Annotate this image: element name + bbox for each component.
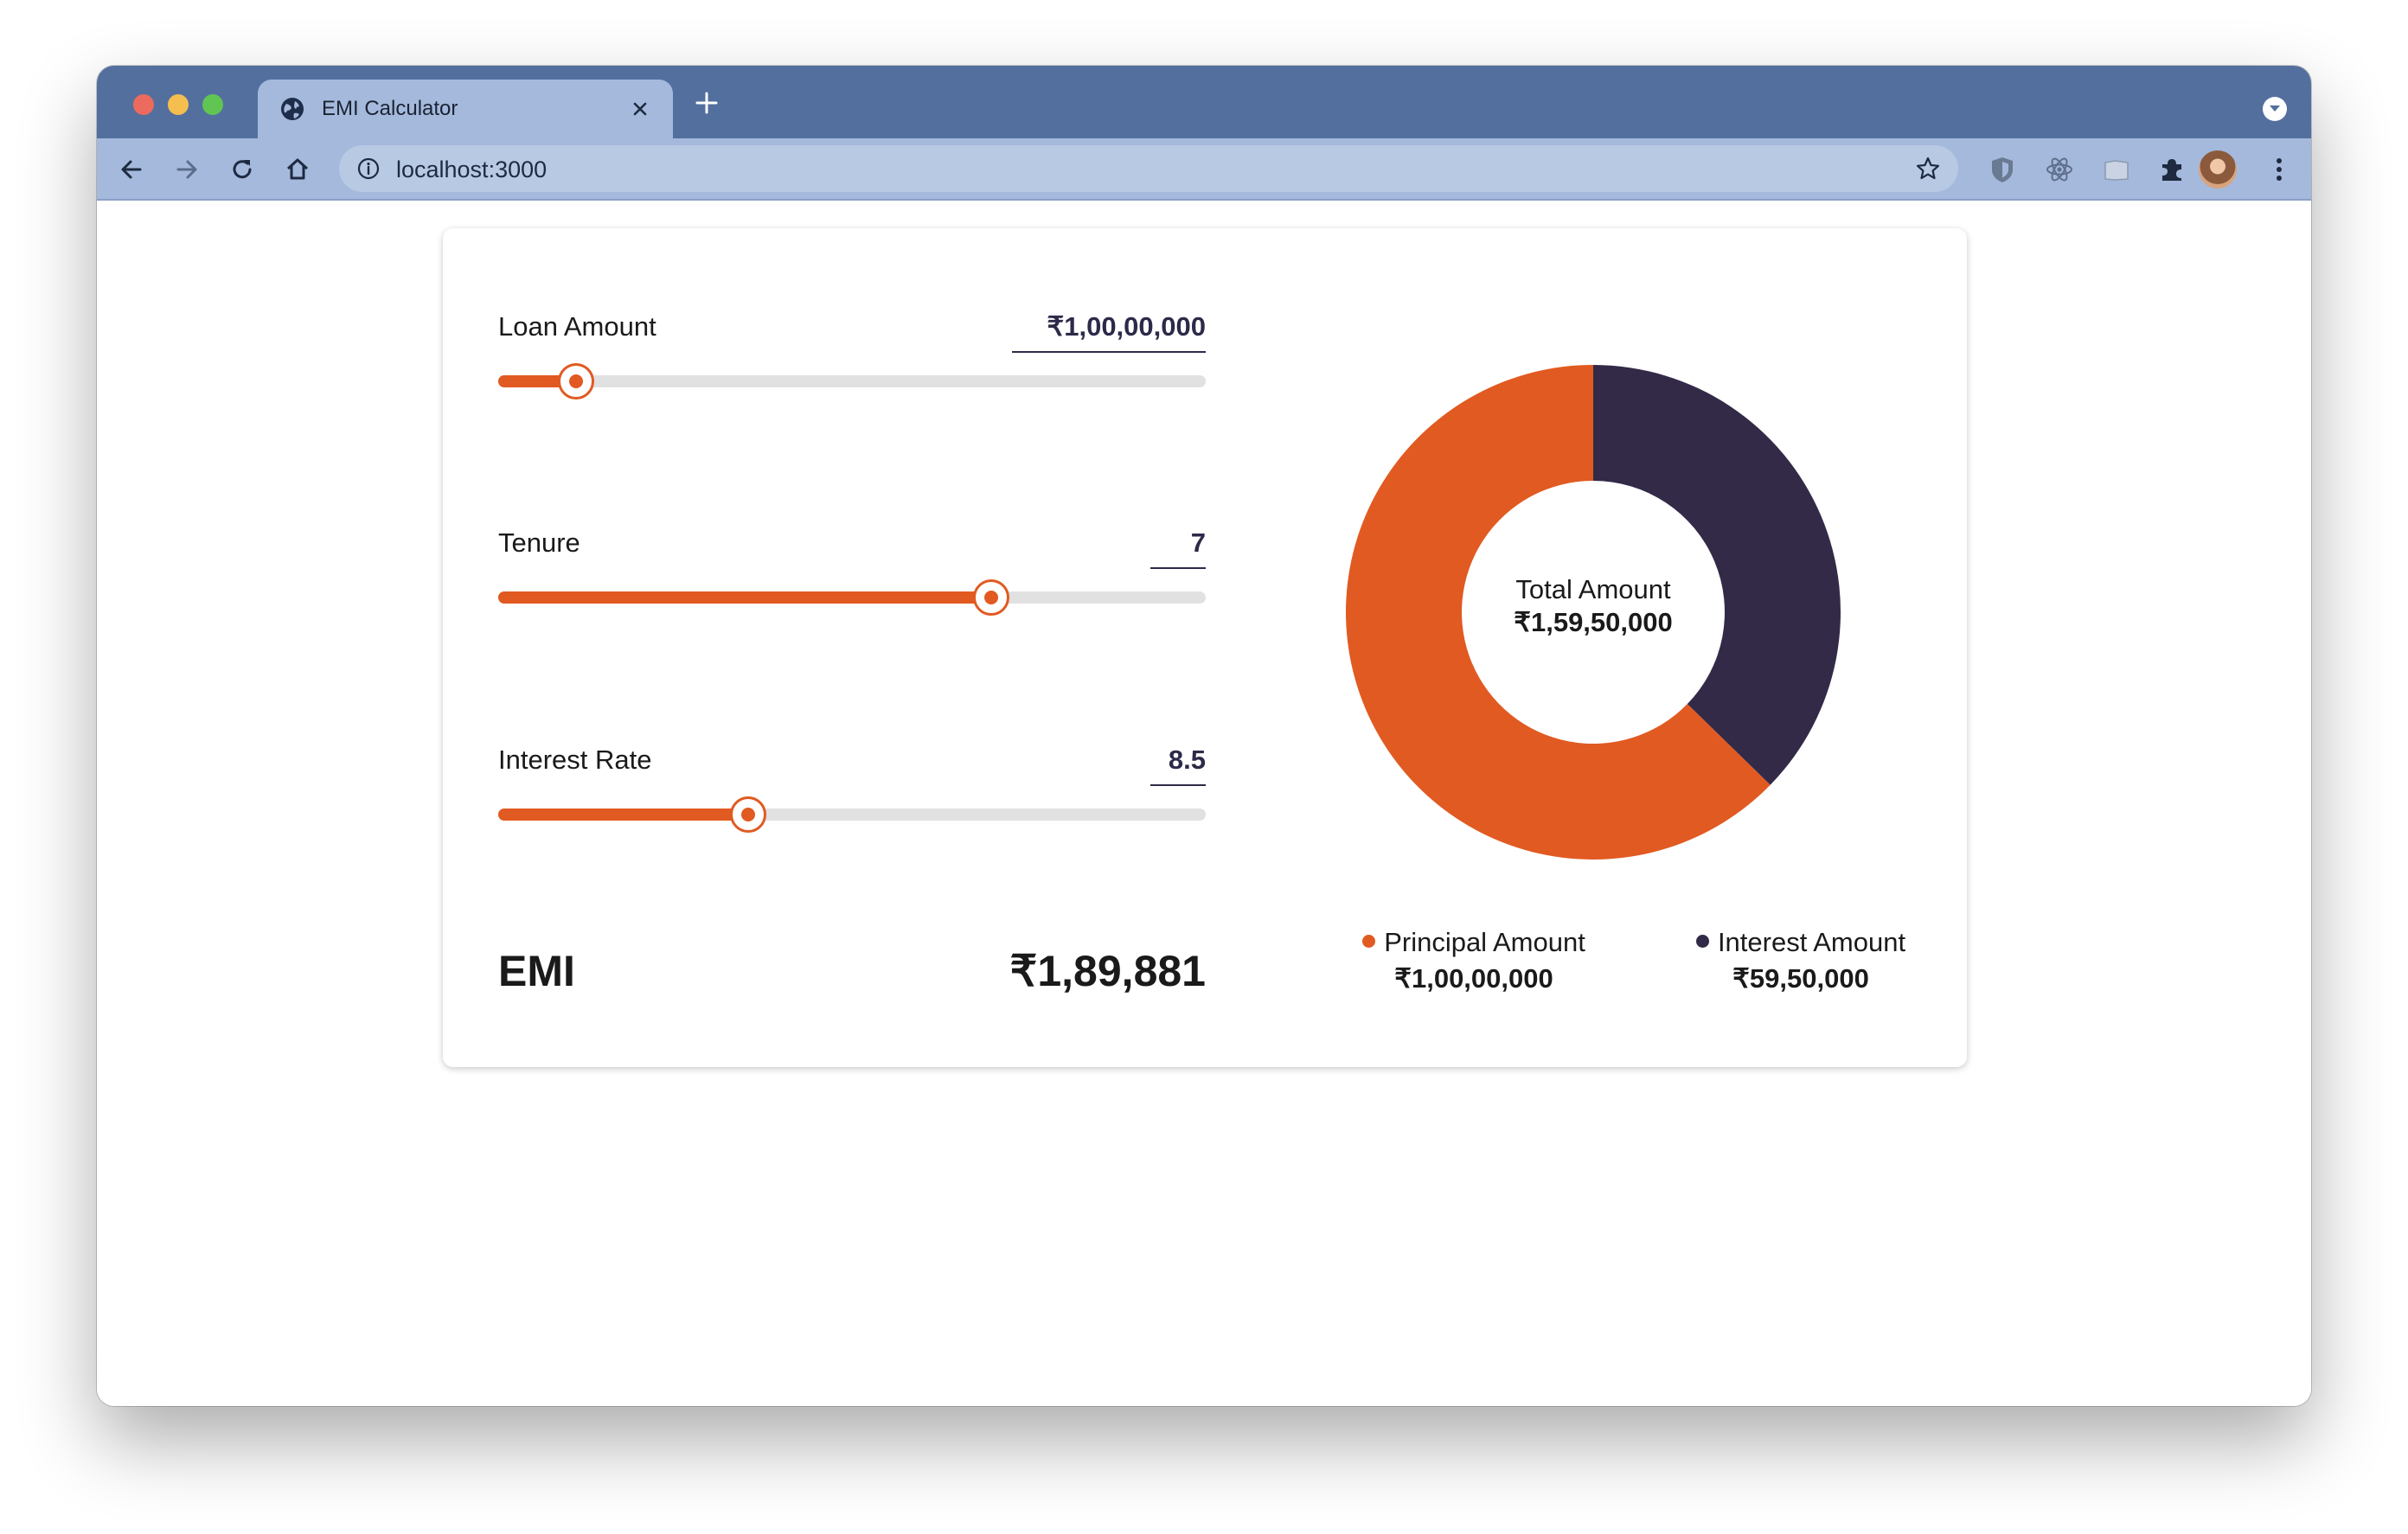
back-arrow-icon[interactable] — [116, 154, 147, 185]
loan-amount-slider-thumb[interactable] — [557, 363, 594, 399]
title-bar: EMI Calculator — [97, 66, 2311, 138]
legend-interest: Interest Amount ₹59,50,000 — [1645, 927, 1956, 994]
legend-principal: Principal Amount ₹1,00,00,000 — [1318, 927, 1630, 994]
browser-tab[interactable]: EMI Calculator — [258, 80, 673, 138]
tenure-input[interactable]: 7 — [1150, 527, 1206, 569]
globe-icon — [281, 98, 304, 120]
tenure-slider-thumb[interactable] — [973, 579, 1010, 616]
principal-legend-dot — [1362, 935, 1376, 948]
interest-legend-value: ₹59,50,000 — [1732, 963, 1869, 994]
chevron-down-icon — [2270, 105, 2280, 112]
principal-legend-value: ₹1,00,00,000 — [1394, 963, 1553, 994]
emi-label: EMI — [498, 947, 575, 995]
emi-calculator-card: Loan Amount ₹1,00,00,000 Tenure 7 Intere… — [443, 228, 1967, 1067]
interest-rate-slider-thumb[interactable] — [729, 796, 766, 833]
bookmark-star-icon[interactable] — [1915, 156, 1941, 182]
home-icon[interactable] — [282, 154, 313, 185]
minimize-window-button[interactable] — [168, 94, 189, 115]
emi-value: ₹1,89,881 — [1009, 947, 1206, 995]
close-tab-icon[interactable] — [626, 95, 654, 123]
donut-center-value: ₹1,59,50,000 — [1514, 607, 1673, 637]
puzzle-extensions-icon[interactable] — [2155, 153, 2188, 186]
loan-amount-input[interactable]: ₹1,00,00,000 — [1012, 311, 1206, 353]
new-tab-icon[interactable] — [694, 90, 720, 116]
donut-center-label: Total Amount — [1515, 574, 1671, 604]
interest-rate-label: Interest Rate — [498, 745, 652, 775]
shield-extension-icon[interactable] — [1986, 153, 2019, 186]
tab-title: EMI Calculator — [322, 97, 458, 120]
interest-rate-input[interactable]: 8.5 — [1150, 745, 1206, 786]
principal-legend-label: Principal Amount — [1384, 927, 1585, 957]
loan-amount-label: Loan Amount — [498, 311, 656, 342]
loan-amount-slider[interactable] — [498, 363, 1206, 399]
address-bar[interactable]: localhost:3000 — [339, 145, 1958, 192]
url-text: localhost:3000 — [396, 157, 548, 182]
reload-icon[interactable] — [227, 154, 258, 185]
interest-legend-dot — [1695, 935, 1709, 948]
tab-search-button[interactable] — [2263, 97, 2287, 121]
maximize-window-button[interactable] — [202, 94, 223, 115]
interest-legend-label: Interest Amount — [1717, 927, 1906, 957]
profile-avatar[interactable] — [2199, 150, 2237, 189]
more-menu-icon[interactable] — [2263, 153, 2296, 186]
tenure-slider-fill — [498, 591, 992, 604]
folder-extension-icon[interactable] — [2100, 153, 2133, 186]
browser-window: EMI Calculator localhost:3000 Loan Amoun… — [97, 66, 2311, 1406]
react-devtools-icon[interactable] — [2043, 153, 2076, 186]
tenure-slider[interactable] — [498, 579, 1206, 616]
close-window-button[interactable] — [133, 94, 154, 115]
interest-rate-slider-fill — [498, 809, 748, 821]
interest-rate-slider[interactable] — [498, 796, 1206, 833]
info-icon[interactable] — [356, 157, 381, 181]
page-content: Loan Amount ₹1,00,00,000 Tenure 7 Intere… — [97, 201, 2311, 1406]
forward-arrow-icon[interactable] — [171, 154, 202, 185]
tenure-label: Tenure — [498, 527, 580, 558]
browser-toolbar: localhost:3000 — [97, 138, 2311, 201]
